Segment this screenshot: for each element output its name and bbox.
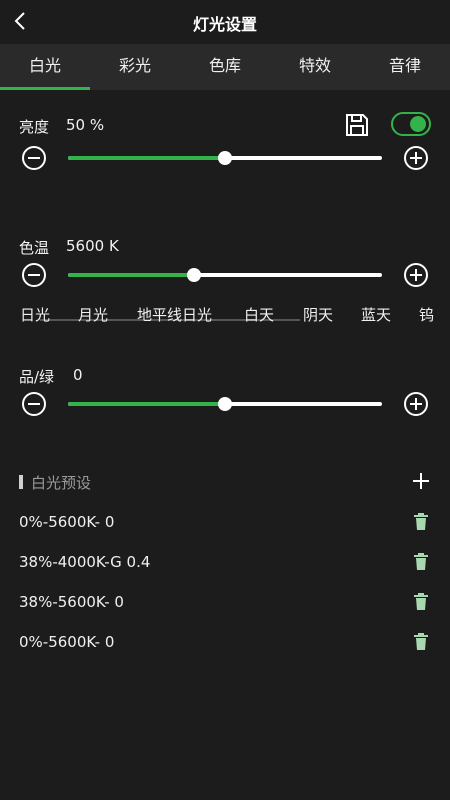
slider-fill bbox=[68, 273, 194, 277]
preset-list-item[interactable]: 38%-4000K-G 0.4 bbox=[0, 549, 450, 579]
preset-name: 0%-5600K- 0 bbox=[19, 633, 115, 651]
preset-horizon-daylight[interactable]: 地平线日光 bbox=[137, 304, 212, 325]
tint-minus-icon[interactable] bbox=[21, 391, 47, 417]
brightness-label: 亮度 bbox=[19, 118, 50, 136]
tab-color-light[interactable]: 彩光 bbox=[90, 44, 180, 90]
preset-moonlight[interactable]: 月光 bbox=[78, 304, 108, 325]
save-icon[interactable] bbox=[344, 112, 370, 138]
slider-thumb[interactable] bbox=[218, 151, 232, 165]
toggle-knob bbox=[410, 116, 426, 132]
slider-fill bbox=[68, 156, 225, 160]
preset-list-item[interactable]: 38%-5600K- 0 bbox=[0, 589, 450, 619]
color-temp-label: 色温 bbox=[19, 239, 50, 257]
preset-name: 0%-5600K- 0 bbox=[19, 513, 115, 531]
slider-fill bbox=[68, 402, 225, 406]
tab-color-library[interactable]: 色库 bbox=[180, 44, 270, 90]
preset-tungsten[interactable]: 钨 bbox=[419, 304, 434, 325]
tab-effects[interactable]: 特效 bbox=[270, 44, 360, 90]
brightness-plus-icon[interactable] bbox=[403, 145, 429, 171]
tab-white-light[interactable]: 白光 bbox=[0, 44, 90, 90]
tint-label: 品/绿 bbox=[19, 368, 55, 386]
trash-icon[interactable] bbox=[414, 553, 428, 570]
white-presets-header: 白光预设 bbox=[0, 470, 450, 496]
preset-daylight[interactable]: 日光 bbox=[20, 304, 50, 325]
color-temp-plus-icon[interactable] bbox=[403, 262, 429, 288]
brightness-value: 50 % bbox=[66, 116, 105, 134]
preset-name: 38%-4000K-G 0.4 bbox=[19, 553, 151, 571]
tab-music[interactable]: 音律 bbox=[360, 44, 450, 90]
slider-thumb[interactable] bbox=[186, 268, 201, 282]
trash-icon[interactable] bbox=[414, 593, 428, 610]
color-temp-slider[interactable] bbox=[68, 268, 382, 282]
color-temp-minus-icon[interactable] bbox=[21, 262, 47, 288]
slider-thumb[interactable] bbox=[218, 397, 232, 411]
top-bar: 灯光设置 bbox=[0, 0, 450, 44]
trash-icon[interactable] bbox=[414, 513, 428, 530]
preset-blue-sky[interactable]: 蓝天 bbox=[361, 304, 391, 325]
tint-plus-icon[interactable] bbox=[403, 391, 429, 417]
trash-icon[interactable] bbox=[414, 633, 428, 650]
preset-list-item[interactable]: 0%-5600K- 0 bbox=[0, 629, 450, 659]
page-title: 灯光设置 bbox=[192, 15, 257, 34]
brightness-toggle[interactable] bbox=[391, 112, 431, 136]
preset-name: 38%-5600K- 0 bbox=[19, 593, 124, 611]
brightness-minus-icon[interactable] bbox=[21, 145, 47, 171]
preset-daytime[interactable]: 白天 bbox=[244, 304, 274, 325]
temp-preset-bar: 日光 月光 地平线日光 白天 阴天 蓝天 钨 bbox=[0, 302, 450, 332]
tint-slider[interactable] bbox=[68, 397, 382, 411]
color-temp-value: 5600 K bbox=[66, 237, 119, 255]
preset-list-item[interactable]: 0%-5600K- 0 bbox=[0, 509, 450, 539]
tab-bar: 白光 彩光 色库 特效 音律 bbox=[0, 44, 450, 90]
section-marker bbox=[19, 475, 23, 489]
preset-overcast[interactable]: 阴天 bbox=[303, 304, 333, 325]
brightness-slider[interactable] bbox=[68, 151, 382, 165]
add-icon[interactable] bbox=[410, 470, 432, 492]
tint-value: 0 bbox=[73, 366, 83, 384]
section-title: 白光预设 bbox=[31, 474, 92, 492]
